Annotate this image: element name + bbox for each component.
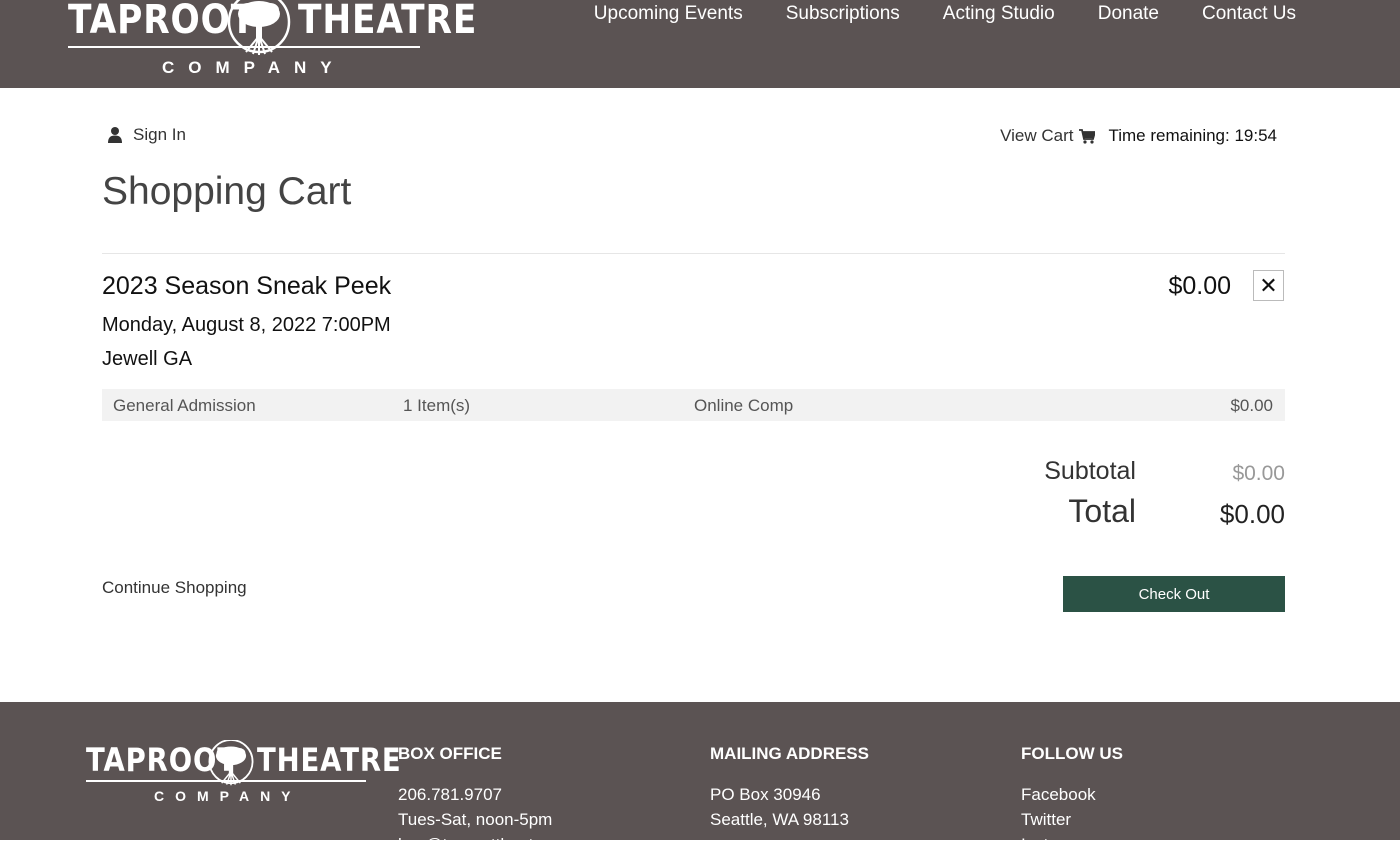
item-price: $0.00 xyxy=(1168,272,1231,300)
box-office-heading: BOX OFFICE xyxy=(398,744,502,763)
mailing-line-2: Seattle, WA 98113 xyxy=(710,810,849,829)
time-remaining: Time remaining: 19:54 xyxy=(1108,126,1277,145)
total-value: $0.00 xyxy=(1219,499,1285,529)
site-header: TAPROOT THEATRE COMPANY Upcoming Events … xyxy=(0,0,1400,88)
top-nav: Upcoming Events Subscriptions Acting Stu… xyxy=(594,3,1296,25)
nav-upcoming-events[interactable]: Upcoming Events xyxy=(594,3,743,25)
ticket-quantity: 1 Item(s) xyxy=(403,396,471,415)
box-office-hours: Tues-Sat, noon-5pm xyxy=(398,810,553,829)
mailing-line-1: PO Box 30946 xyxy=(710,785,821,804)
footer-box-office: BOX OFFICE 206.781.9707 Tues-Sat, noon-5… xyxy=(398,744,578,857)
site-footer: TAPROOT THEATRE COMPANY BOX OFFICE 206.7… xyxy=(0,702,1400,854)
box-office-email[interactable]: box@taproottheatre.org xyxy=(398,832,578,857)
footer-logo-subtitle: COMPANY xyxy=(154,788,302,804)
check-out-button[interactable]: Check Out xyxy=(1063,576,1285,612)
nav-acting-studio[interactable]: Acting Studio xyxy=(943,3,1055,25)
ticket-line-row: General Admission 1 Item(s) Online Comp … xyxy=(102,389,1285,421)
user-icon xyxy=(108,127,122,143)
footer-logo-underline xyxy=(86,780,366,782)
logo-word-theatre: THEATRE xyxy=(298,0,478,43)
logo-subtitle: COMPANY xyxy=(162,58,346,77)
subtotal-label: Subtotal xyxy=(1044,457,1136,485)
close-icon: ✕ xyxy=(1259,272,1278,298)
follow-us-heading: FOLLOW US xyxy=(1021,744,1123,763)
price-type: Online Comp xyxy=(694,396,794,415)
total-label: Total xyxy=(1068,493,1136,529)
view-cart-label: View Cart xyxy=(1000,126,1074,145)
nav-subscriptions[interactable]: Subscriptions xyxy=(786,3,900,25)
site-logo[interactable]: TAPROOT THEATRE COMPANY xyxy=(68,0,476,82)
subtotal-value: $0.00 xyxy=(1232,462,1285,485)
footer-follow-us: FOLLOW US Facebook Twitter Instagram xyxy=(1021,744,1123,857)
sign-in-link[interactable]: Sign In xyxy=(108,125,186,145)
line-amount: $0.00 xyxy=(1230,396,1273,415)
continue-shopping-link[interactable]: Continue Shopping xyxy=(102,578,247,598)
event-venue: Jewell GA xyxy=(102,348,193,370)
instagram-link[interactable]: Instagram xyxy=(1021,832,1123,857)
box-office-phone[interactable]: 206.781.9707 xyxy=(398,782,578,807)
event-name: 2023 Season Sneak Peek xyxy=(102,272,392,300)
view-cart-link[interactable]: View Cart xyxy=(1000,126,1096,146)
twitter-link[interactable]: Twitter xyxy=(1021,807,1123,832)
remove-item-button[interactable]: ✕ xyxy=(1253,270,1284,301)
event-date: Monday, August 8, 2022 7:00PM xyxy=(102,314,391,336)
cart-info: View Cart Time remaining: 19:54 xyxy=(1000,126,1277,146)
footer-mailing-address: MAILING ADDRESS PO Box 30946 Seattle, WA… xyxy=(710,744,869,832)
mailing-address-heading: MAILING ADDRESS xyxy=(710,744,869,763)
nav-donate[interactable]: Donate xyxy=(1098,3,1159,25)
footer-logo[interactable]: TAPROOT THEATRE COMPANY xyxy=(86,738,401,808)
facebook-link[interactable]: Facebook xyxy=(1021,782,1123,807)
logo-underline xyxy=(68,46,420,48)
divider xyxy=(102,253,1285,254)
ticket-type: General Admission xyxy=(113,396,256,415)
footer-logo-word-theatre: THEATRE xyxy=(257,741,402,779)
cart-icon xyxy=(1079,128,1096,144)
sign-in-label: Sign In xyxy=(133,125,186,144)
page-title: Shopping Cart xyxy=(102,170,352,213)
nav-contact-us[interactable]: Contact Us xyxy=(1202,3,1296,25)
